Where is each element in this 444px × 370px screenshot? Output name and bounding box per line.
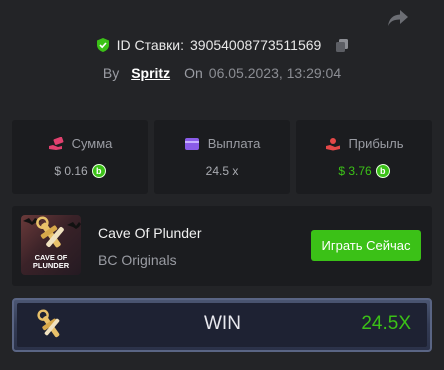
profit-hand-icon xyxy=(325,137,340,150)
copy-icon[interactable] xyxy=(335,38,349,52)
wallet-icon xyxy=(184,137,199,150)
stat-amount-label: Сумма xyxy=(71,136,113,151)
stat-payout-value: 24.5 x xyxy=(205,164,239,178)
stat-profit-label: Прибыль xyxy=(348,136,404,151)
on-label: On xyxy=(184,65,203,81)
result-bar-inner: WIN 24.5X xyxy=(17,303,427,347)
result-bar: WIN 24.5X xyxy=(12,298,432,352)
result-label: WIN xyxy=(204,313,241,334)
by-label: By xyxy=(102,65,120,81)
bet-author-row: By Spritz On 06.05.2023, 13:29:04 xyxy=(0,65,444,81)
bet-stats: Сумма $ 0.16 b Выплата 24.5 x Прибыль $ … xyxy=(12,120,432,194)
ankh-key-icon xyxy=(37,309,60,338)
bet-datetime: 06.05.2023, 13:29:04 xyxy=(208,65,342,81)
stat-payout-label: Выплата xyxy=(207,136,261,151)
game-thumbnail[interactable]: CAVE OF PLUNDER xyxy=(21,215,81,275)
bc-coin-icon: b xyxy=(91,164,106,178)
bc-coin-icon: b xyxy=(375,164,390,178)
share-icon[interactable] xyxy=(386,8,410,28)
money-hand-icon xyxy=(48,136,64,150)
stat-amount: Сумма $ 0.16 b xyxy=(12,120,148,194)
shield-check-icon xyxy=(96,38,109,52)
game-card: CAVE OF PLUNDER Cave Of Plunder BC Origi… xyxy=(12,206,432,286)
stat-profit: Прибыль $ 3.76 b xyxy=(296,120,432,194)
bet-id-label: ID Ставки: xyxy=(116,37,184,53)
game-title[interactable]: Cave Of Plunder xyxy=(98,225,202,241)
stat-profit-value: $ 3.76 xyxy=(338,164,372,178)
play-now-button[interactable]: Играть Сейчас xyxy=(311,230,421,261)
stat-payout: Выплата 24.5 x xyxy=(154,120,290,194)
stat-amount-value: $ 0.16 xyxy=(54,164,88,178)
username-link[interactable]: Spritz xyxy=(131,65,170,81)
bet-id-row: ID Ставки: 39054008773511569 xyxy=(0,37,444,53)
game-thumbnail-text: CAVE OF PLUNDER xyxy=(32,253,70,270)
result-multiplier: 24.5X xyxy=(361,313,411,334)
bet-id-value: 39054008773511569 xyxy=(190,37,322,53)
game-provider: BC Originals xyxy=(98,252,177,268)
